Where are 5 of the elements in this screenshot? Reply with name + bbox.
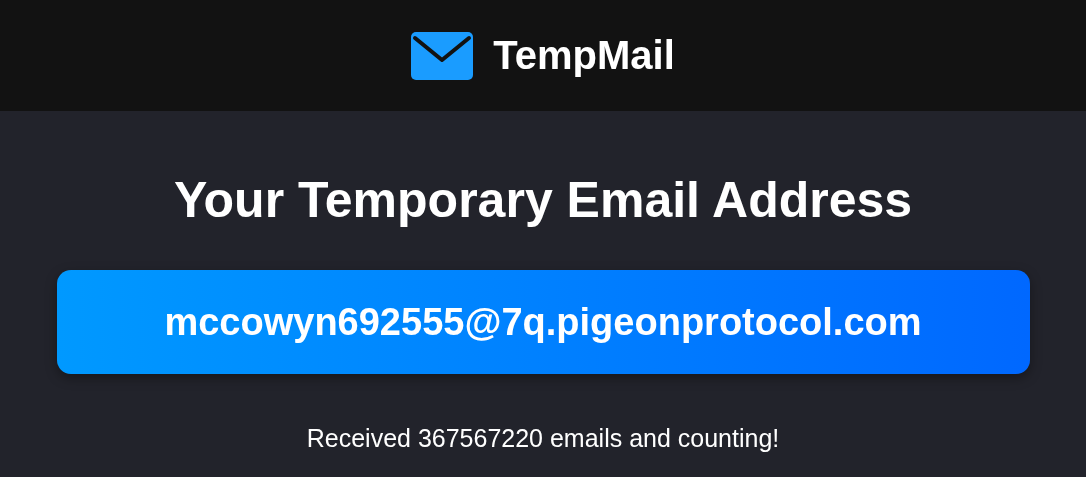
- page-title: Your Temporary Email Address: [173, 173, 913, 228]
- email-address-button[interactable]: mccowyn692555@7q.pigeonprotocol.com: [56, 270, 1030, 374]
- counter-text: Received 367567220 emails and counting!: [306, 424, 780, 453]
- logo-text: TempMail: [493, 33, 675, 78]
- envelope-icon: [411, 31, 474, 80]
